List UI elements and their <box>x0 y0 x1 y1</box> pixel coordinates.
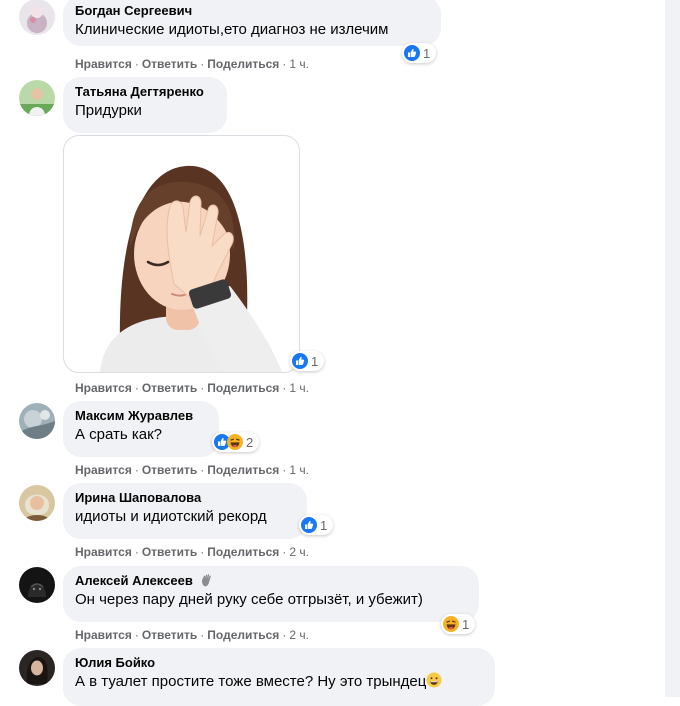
comment-bubble: Ирина Шаповалова идиоты и идиотский реко… <box>63 483 307 539</box>
like-link[interactable]: Нравится <box>75 381 132 395</box>
timestamp[interactable]: 1 ч. <box>289 463 309 477</box>
separator: · <box>134 381 139 395</box>
waving-hand-icon <box>202 574 212 587</box>
separator: · <box>200 463 205 477</box>
comment-text-content: А в туалет простите тоже вместе? Ну это … <box>75 673 427 690</box>
reaction-count: 1 <box>311 353 319 369</box>
timestamp[interactable]: 2 ч. <box>289 628 309 642</box>
comment-author[interactable]: Ирина Шаповалова <box>75 489 295 506</box>
avatar[interactable] <box>19 650 55 686</box>
comment-actions: Нравится · Ответить · Поделиться · 1 ч. <box>75 56 309 72</box>
comment-actions: Нравится · Ответить · Поделиться · 1 ч. <box>75 462 309 478</box>
like-link[interactable]: Нравится <box>75 628 132 642</box>
comment-bubble: Максим Журавлев А срать как? <box>63 401 219 457</box>
facepalm-sticker[interactable] <box>63 135 300 373</box>
reply-link[interactable]: Ответить <box>142 628 197 642</box>
comment-text: А срать как? <box>75 426 163 443</box>
timestamp[interactable]: 1 ч. <box>289 381 309 395</box>
comment-text: Он через пару дней руку себе отгрызёт, и… <box>75 591 423 608</box>
avatar[interactable] <box>19 80 55 116</box>
author-name: Алексей Алексеев <box>75 573 193 588</box>
comment-actions: Нравится · Ответить · Поделиться · 1 ч. <box>75 380 309 396</box>
reaction-count: 2 <box>246 434 254 450</box>
share-link[interactable]: Поделиться <box>207 57 279 71</box>
comment-bubble: Алексей Алексеев Он через пару дней руку… <box>63 566 479 622</box>
like-reaction-icon <box>404 45 420 61</box>
comment-text: А в туалет простите тоже вместе? Ну это … <box>75 671 483 692</box>
reply-link[interactable]: Ответить <box>142 545 197 559</box>
reply-link[interactable]: Ответить <box>142 381 197 395</box>
comment-author[interactable]: Алексей Алексеев <box>75 572 467 589</box>
reaction-summary[interactable]: 1 <box>441 614 476 634</box>
comment-text: Придурки <box>75 102 142 119</box>
separator: · <box>200 381 205 395</box>
grinning-face-icon <box>426 672 442 688</box>
like-link[interactable]: Нравится <box>75 463 132 477</box>
avatar[interactable] <box>19 567 55 603</box>
separator: · <box>282 545 287 559</box>
separator: · <box>200 545 205 559</box>
haha-reaction-icon <box>443 616 459 632</box>
comment-author[interactable]: Юлия Бойко <box>75 654 483 671</box>
reply-link[interactable]: Ответить <box>142 57 197 71</box>
share-link[interactable]: Поделиться <box>207 463 279 477</box>
separator: · <box>282 628 287 642</box>
timestamp[interactable]: 2 ч. <box>289 545 309 559</box>
reaction-summary[interactable]: 2 <box>212 432 260 452</box>
separator: · <box>282 463 287 477</box>
timestamp[interactable]: 1 ч. <box>289 57 309 71</box>
like-link[interactable]: Нравится <box>75 57 132 71</box>
like-reaction-icon <box>292 353 308 369</box>
separator: · <box>282 381 287 395</box>
comment-author[interactable]: Татьяна Дегтяренко <box>75 83 215 100</box>
separator: · <box>134 57 139 71</box>
separator: · <box>200 57 205 71</box>
page-right-gutter <box>665 0 680 697</box>
reaction-summary[interactable]: 1 <box>299 515 334 535</box>
share-link[interactable]: Поделиться <box>207 545 279 559</box>
reaction-count: 1 <box>423 45 431 61</box>
reaction-summary[interactable]: 1 <box>402 43 437 63</box>
separator: · <box>282 57 287 71</box>
reaction-count: 1 <box>320 517 328 533</box>
avatar[interactable] <box>19 403 55 439</box>
comment-bubble: Богдан Сергеевич Клинические идиоты,ето … <box>63 0 441 46</box>
separator: · <box>134 545 139 559</box>
reaction-summary[interactable]: 1 <box>290 351 325 371</box>
haha-reaction-icon <box>227 434 243 450</box>
separator: · <box>134 463 139 477</box>
comment-author[interactable]: Максим Журавлев <box>75 407 207 424</box>
reaction-count: 1 <box>462 616 470 632</box>
comment-bubble: Татьяна Дегтяренко Придурки <box>63 77 227 133</box>
comment-actions: Нравится · Ответить · Поделиться · 2 ч. <box>75 627 309 643</box>
like-link[interactable]: Нравится <box>75 545 132 559</box>
avatar[interactable] <box>19 0 55 35</box>
avatar[interactable] <box>19 485 55 521</box>
comment-bubble: Юлия Бойко А в туалет простите тоже вмес… <box>63 648 495 706</box>
reply-link[interactable]: Ответить <box>142 463 197 477</box>
separator: · <box>134 628 139 642</box>
share-link[interactable]: Поделиться <box>207 628 279 642</box>
comment-text: идиоты и идиотский рекорд <box>75 508 267 525</box>
comment-author[interactable]: Богдан Сергеевич <box>75 2 429 19</box>
separator: · <box>200 628 205 642</box>
share-link[interactable]: Поделиться <box>207 381 279 395</box>
like-reaction-icon <box>301 517 317 533</box>
comment-text: Клинические идиоты,ето диагноз не излечи… <box>75 21 389 38</box>
comment-actions: Нравится · Ответить · Поделиться · 2 ч. <box>75 544 309 560</box>
